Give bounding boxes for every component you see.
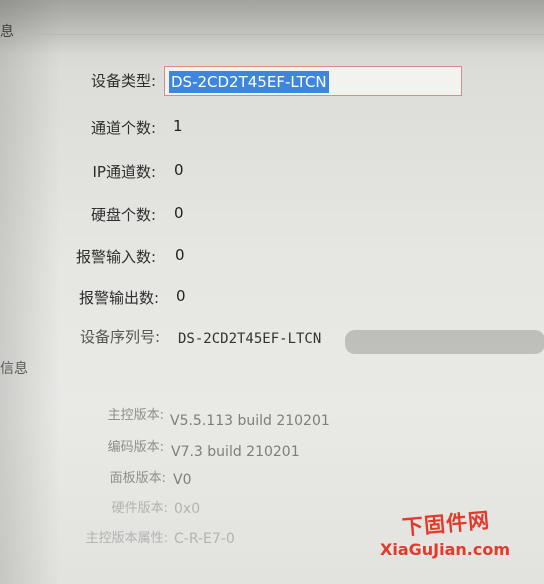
section-title-version-info: 信息 [0,361,28,377]
panel-version-value: V0 [173,472,192,488]
serial-redaction-blur [345,330,544,354]
section-divider [0,34,544,35]
watermark-cn: 下固件网 [401,508,491,540]
alarm-input-count-label: 报警输入数: [75,248,156,266]
device-type-field[interactable]: DS-2CD2T45EF-LTCN [164,66,462,96]
hardware-version-label: 硬件版本: [111,501,168,516]
disk-count-value: 0 [174,204,184,222]
alarm-input-count-value: 0 [175,246,185,264]
encode-version-value: V7.3 build 210201 [171,444,300,460]
left-shadow [0,0,60,584]
alarm-output-count-value: 0 [176,287,186,305]
disk-count-label: 硬盘个数: [90,206,156,224]
main-version-attr-value: C-R-E7-0 [174,531,235,547]
serial-number-value: DS-2CD2T45EF-LTCN [178,331,322,347]
ip-channel-count-value: 0 [174,161,184,179]
watermark-en: XiaGuJian.com [380,540,510,559]
device-type-label: 设备类型: [90,72,156,90]
panel-version-label: 面板版本: [109,471,166,486]
section-title-basic-info: 息 [0,24,14,40]
device-type-selected-text[interactable]: DS-2CD2T45EF-LTCN [169,71,329,93]
main-version-label: 主控版本: [107,408,164,423]
alarm-output-count-label: 报警输出数: [78,289,159,307]
main-version-attr-label: 主控版本属性: [85,531,168,546]
channel-count-value: 1 [173,117,183,135]
top-shadow [0,0,544,54]
serial-number-label: 设备序列号: [79,328,160,346]
ip-channel-count-label: IP通道数: [92,163,156,181]
hardware-version-value: 0x0 [174,501,201,517]
channel-count-label: 通道个数: [90,119,156,137]
main-version-value: V5.5.113 build 210201 [170,413,330,429]
encode-version-label: 编码版本: [107,440,164,455]
